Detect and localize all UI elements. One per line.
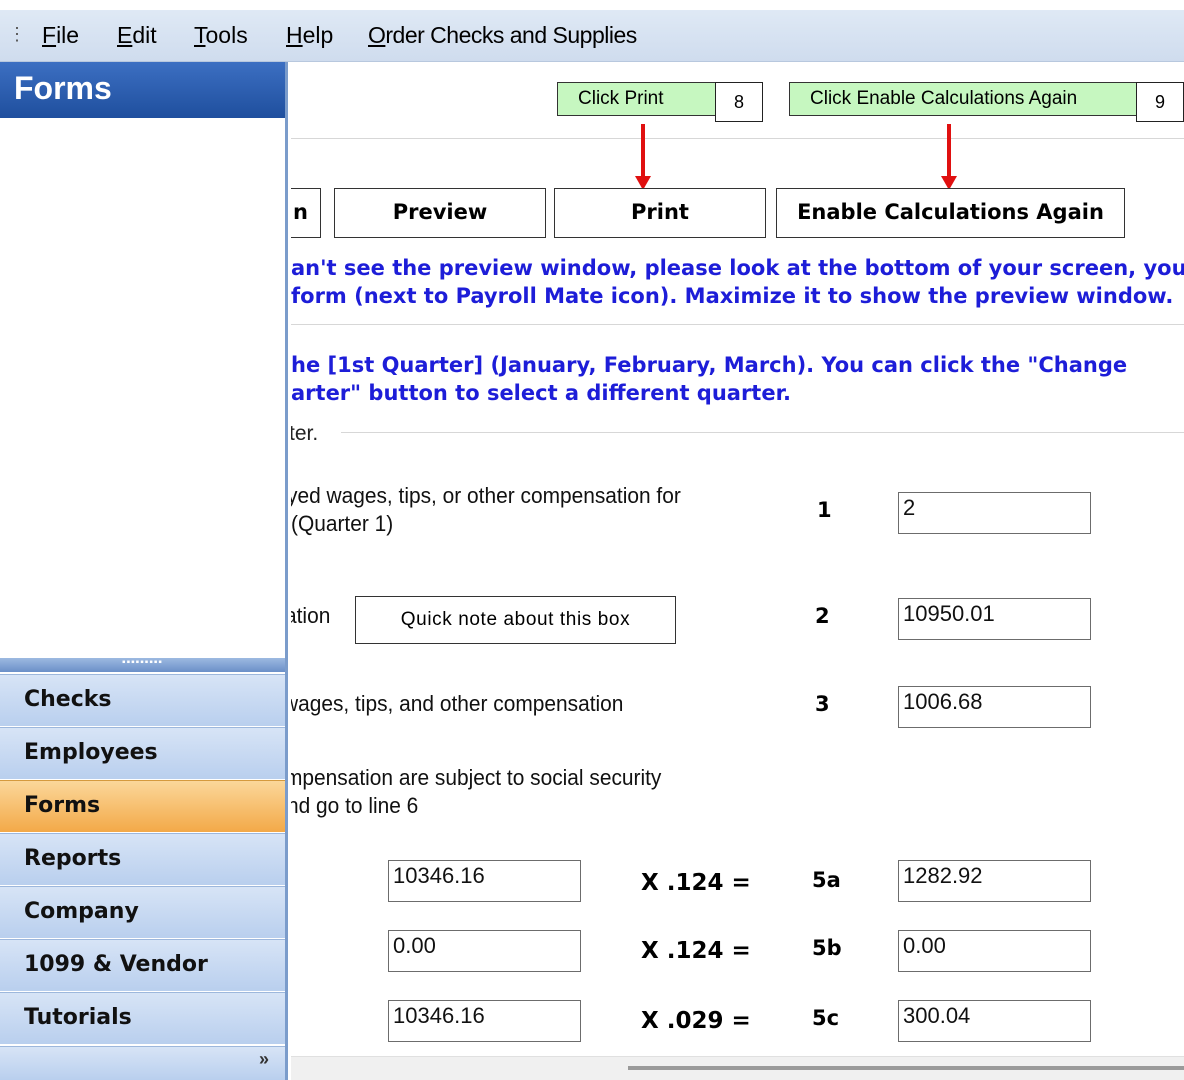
line2-label: ation xyxy=(291,603,331,628)
chevron-right-icon[interactable]: » xyxy=(259,1049,269,1070)
preview-notice-line1: an't see the preview window, please look… xyxy=(291,256,1184,280)
sidebar-item-company[interactable]: Company xyxy=(0,886,285,938)
menu-bar: ⋮ File Edit Tools Help Order Checks and … xyxy=(0,10,1184,62)
quarter-notice-line2: arter" button to select a different quar… xyxy=(291,381,791,405)
sidebar-item-tutorials[interactable]: Tutorials xyxy=(0,992,285,1044)
section-border xyxy=(341,432,1184,433)
sidebar-item-forms[interactable]: Forms xyxy=(0,780,285,832)
sidebar-item-checks[interactable]: Checks xyxy=(0,674,285,726)
line5b-amount-field[interactable]: 0.00 xyxy=(388,930,581,972)
horizontal-scrollbar[interactable] xyxy=(291,1056,1184,1080)
line5b-rate: X .124 = xyxy=(641,938,751,964)
line4-label-cont: nd go to line 6 xyxy=(291,793,419,818)
sidebar-item-reports[interactable]: Reports xyxy=(0,833,285,885)
line2-number: 2 xyxy=(815,604,830,628)
section-legend: ter. xyxy=(291,422,319,445)
sidebar-item-employees[interactable]: Employees xyxy=(0,727,285,779)
line1-label-quarter: (Quarter 1) xyxy=(291,511,394,536)
menu-grip-icon: ⋮ xyxy=(8,24,26,44)
sidebar-footer: » xyxy=(0,1046,285,1080)
line1-field[interactable]: 2 xyxy=(898,492,1091,534)
menu-help[interactable]: Help xyxy=(286,22,333,49)
line5a-number: 5a xyxy=(812,868,841,892)
line3-number: 3 xyxy=(815,692,830,716)
line5b-field[interactable]: 0.00 xyxy=(898,930,1091,972)
enable-calculations-button[interactable]: Enable Calculations Again xyxy=(776,188,1125,238)
scrollbar-thumb[interactable] xyxy=(628,1066,1184,1070)
menu-file[interactable]: File xyxy=(42,22,79,49)
line3-label: wages, tips, and other compensation xyxy=(291,691,624,716)
callout-click-print: Click Print xyxy=(557,82,717,116)
line3-field[interactable]: 1006.68 xyxy=(898,686,1091,728)
divider xyxy=(291,324,1184,325)
line4-label: mpensation are subject to social securit… xyxy=(291,765,662,790)
line5c-rate: X .029 = xyxy=(641,1008,751,1034)
line5a-amount-field[interactable]: 10346.16 xyxy=(388,860,581,902)
quarter-notice-line1: he [1st Quarter] (January, February, Mar… xyxy=(291,353,1128,377)
preview-notice-line2: form (next to Payroll Mate icon). Maximi… xyxy=(291,284,1174,308)
partial-button[interactable]: n xyxy=(291,188,321,238)
menu-tools[interactable]: Tools xyxy=(194,22,248,49)
menu-edit[interactable]: Edit xyxy=(117,22,157,49)
print-button[interactable]: Print xyxy=(554,188,766,238)
sidebar: Forms ▪▪▪▪▪▪▪▪▪ Checks Employees Forms R… xyxy=(0,62,288,1080)
line1-number: 1 xyxy=(817,498,832,522)
sidebar-title: Forms xyxy=(0,62,285,118)
callout-number-8: 8 xyxy=(715,82,763,122)
quick-note-box: Quick note about this box xyxy=(355,596,676,644)
divider xyxy=(291,138,1184,139)
menu-order-checks[interactable]: Order Checks and Supplies xyxy=(368,22,637,49)
line5a-field[interactable]: 1282.92 xyxy=(898,860,1091,902)
line1-label: yed wages, tips, or other compensation f… xyxy=(291,483,681,508)
line5c-amount-field[interactable]: 10346.16 xyxy=(388,1000,581,1042)
line5c-number: 5c xyxy=(812,1006,840,1030)
sidebar-item-1099-vendor[interactable]: 1099 & Vendor xyxy=(0,939,285,991)
callout-number-9: 9 xyxy=(1136,82,1184,122)
sidebar-splitter[interactable]: ▪▪▪▪▪▪▪▪▪ xyxy=(0,658,285,672)
callout-click-enable: Click Enable Calculations Again xyxy=(789,82,1137,116)
line2-field[interactable]: 10950.01 xyxy=(898,598,1091,640)
arrow-to-enable xyxy=(947,124,951,178)
preview-button[interactable]: Preview xyxy=(334,188,546,238)
form-panel: Click Print 8 Click Enable Calculations … xyxy=(291,62,1184,1080)
line5a-rate: X .124 = xyxy=(641,870,751,896)
line5c-field[interactable]: 300.04 xyxy=(898,1000,1091,1042)
arrow-to-print xyxy=(641,124,645,178)
line5b-number: 5b xyxy=(812,936,842,960)
